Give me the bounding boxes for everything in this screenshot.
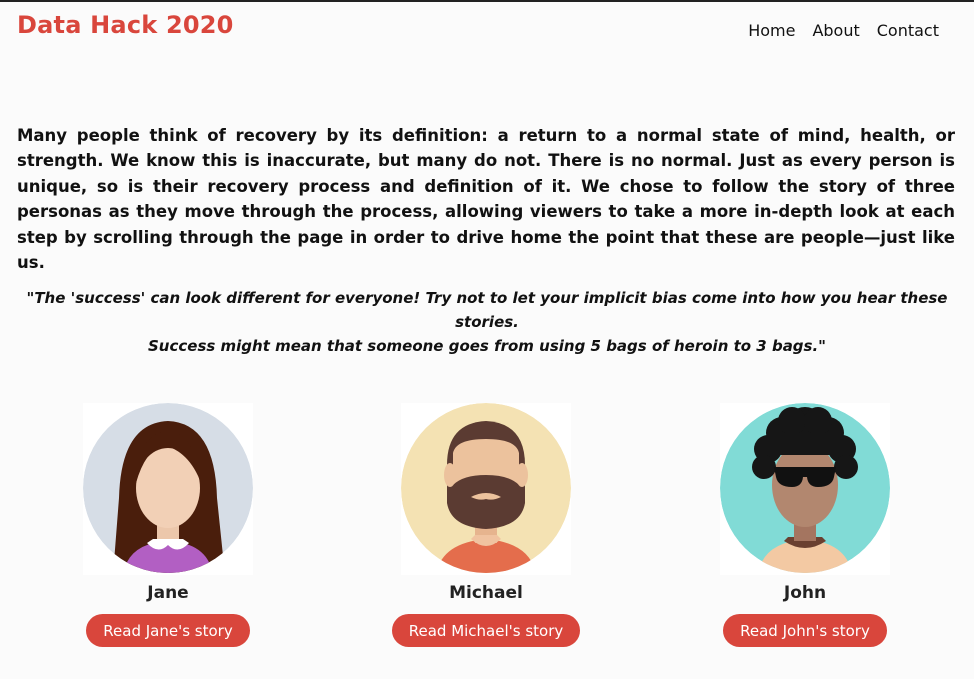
main-nav: Home About Contact: [748, 21, 939, 40]
nav-about-link[interactable]: About: [812, 21, 859, 40]
quote-line-2: Success might mean that someone goes fro…: [148, 337, 826, 355]
read-john-story-button[interactable]: Read John's story: [723, 614, 887, 647]
woman-avatar-icon: [83, 403, 253, 575]
persona-name: Michael: [449, 583, 523, 603]
quote-line-1: "The 'success' can look different for ev…: [26, 289, 948, 331]
persona-name: John: [783, 583, 827, 603]
persona-card-jane: Jane Read Jane's story: [83, 403, 253, 647]
persona-name: Jane: [147, 583, 189, 603]
nav-contact-link[interactable]: Contact: [877, 21, 939, 40]
intro-paragraph: Many people think of recovery by its def…: [17, 125, 955, 273]
persona-card-john: John Read John's story: [720, 403, 890, 647]
persona-card-michael: Michael Read Michael's story: [391, 403, 581, 647]
top-border: [0, 0, 974, 2]
nav-home-link[interactable]: Home: [748, 21, 795, 40]
bearded-man-avatar-icon: [401, 403, 571, 575]
success-quote: "The 'success' can look different for ev…: [17, 286, 957, 358]
read-michael-story-button[interactable]: Read Michael's story: [391, 614, 581, 647]
read-jane-story-button[interactable]: Read Jane's story: [86, 614, 250, 647]
site-brand[interactable]: Data Hack 2020: [17, 11, 234, 39]
curly-hair-sunglasses-avatar-icon: [720, 403, 890, 575]
